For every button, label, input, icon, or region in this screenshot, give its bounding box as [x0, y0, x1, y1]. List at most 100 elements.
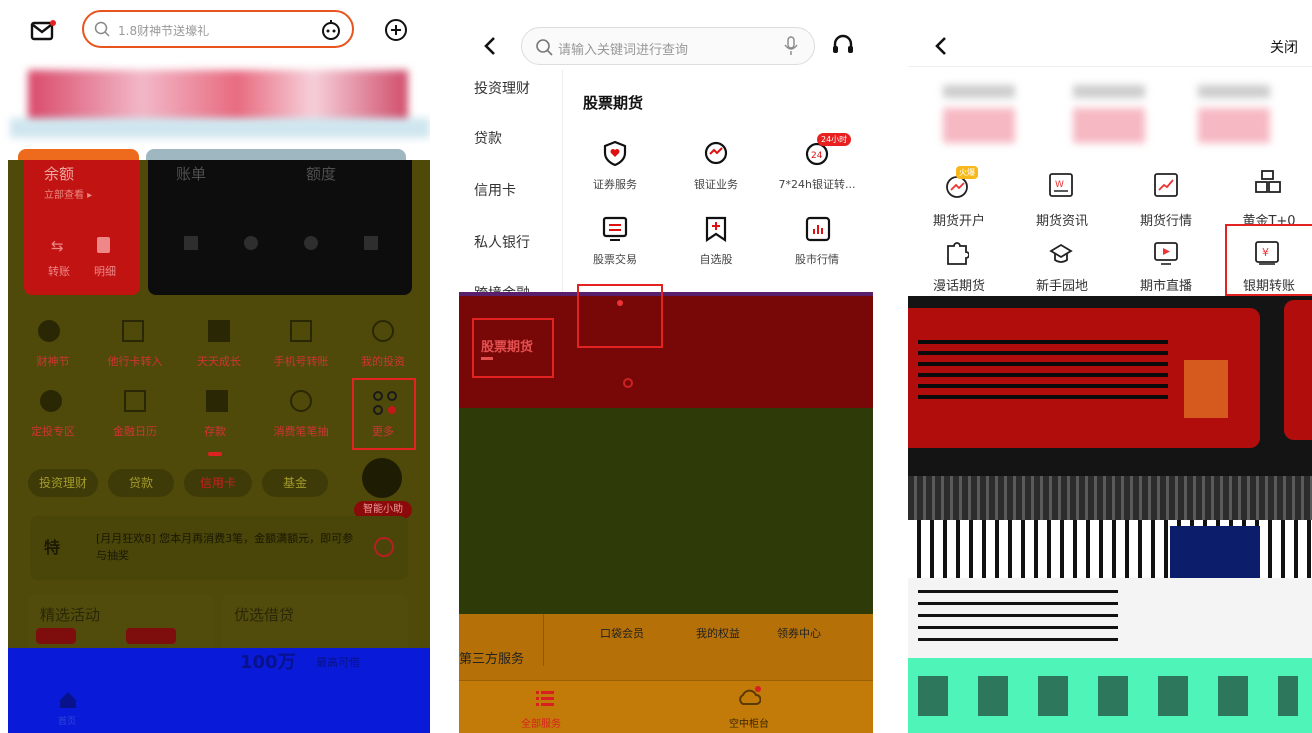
- back-icon[interactable]: [934, 36, 948, 60]
- home-tab-label[interactable]: 首页: [58, 714, 76, 727]
- pill-credit[interactable]: 信用卡: [184, 469, 252, 497]
- selected-nav-indicator: [481, 357, 493, 360]
- fut-quotes[interactable]: 期货行情: [1121, 210, 1211, 229]
- svc-247-transfer[interactable]: 7*24h银证转...: [767, 176, 867, 192]
- bottom-services-divider: [543, 614, 544, 666]
- securities-highlight: [577, 284, 663, 348]
- all-services-tab-icon[interactable]: [536, 690, 554, 712]
- svc-stock-trade[interactable]: 股票交易: [565, 251, 665, 267]
- highlight-dot-icon: [617, 300, 623, 306]
- cloud-counter-tab-label[interactable]: 空中柜台: [729, 715, 769, 730]
- grid-growth[interactable]: 天天成长: [184, 353, 254, 369]
- grid-calendar[interactable]: 金融日历: [100, 423, 170, 439]
- grid-fortune[interactable]: 财神节: [18, 353, 88, 369]
- bank-futures-transfer-highlight: [1225, 224, 1312, 296]
- pill-loan[interactable]: 贷款: [108, 469, 174, 497]
- futures-card-2[interactable]: [1073, 85, 1145, 143]
- grid-lottery[interactable]: 消费笔笔抽: [266, 423, 336, 439]
- pill-invest[interactable]: 投资理财: [28, 469, 98, 497]
- grid-fixed-invest[interactable]: 定投专区: [18, 423, 88, 439]
- third-party-nav[interactable]: 第三方服务: [459, 648, 524, 667]
- calendar-icon: [124, 390, 146, 412]
- deposit-icon: [206, 390, 228, 412]
- activity-button-2[interactable]: [126, 628, 176, 644]
- svc-bank-securities[interactable]: 银证业务: [666, 176, 766, 192]
- graduation-icon: [1048, 240, 1074, 270]
- pill-fund[interactable]: 基金: [262, 469, 328, 497]
- add-circle-icon[interactable]: [384, 18, 408, 46]
- gray-strip: [908, 476, 1312, 520]
- promo-figure: [1184, 360, 1228, 418]
- svc-pocket-member[interactable]: 口袋会员: [572, 625, 672, 641]
- robot-face-icon[interactable]: [320, 19, 342, 45]
- grid-phone-transfer[interactable]: 手机号转账: [266, 353, 336, 369]
- detail-icon: [97, 237, 110, 253]
- nav-credit-card[interactable]: 信用卡: [474, 180, 516, 200]
- search-placeholder: 请输入关键词进行查询: [558, 43, 689, 58]
- svc-coupon-center[interactable]: 领券中心: [749, 625, 849, 641]
- search-icon: [535, 38, 553, 60]
- mail-icon[interactable]: [30, 20, 56, 46]
- headset-icon[interactable]: [831, 34, 855, 60]
- bookmark-plus-icon: [703, 216, 729, 246]
- transfer-label[interactable]: 转账: [48, 263, 70, 279]
- notice-arrow-icon[interactable]: [374, 537, 394, 557]
- selected-nav-label[interactable]: 股票期货: [481, 336, 533, 355]
- assistant-avatar[interactable]: [362, 458, 402, 498]
- home-screen: 1.8财神节送壕礼 余额 立部查看 ▸ 账单 额度 ⇆ 转账 明细 财神节 他行…: [0, 0, 430, 733]
- banner-strip: [10, 118, 430, 138]
- blue-block: [1170, 526, 1260, 578]
- futures-card-3[interactable]: [1198, 85, 1270, 143]
- grid-card-in[interactable]: 他行卡转入: [100, 353, 170, 369]
- fut-beginner[interactable]: 新手园地: [1017, 275, 1107, 294]
- bar-chart-icon: [805, 216, 831, 246]
- svg-text:24: 24: [811, 151, 823, 161]
- svc-securities[interactable]: 证券服务: [565, 176, 665, 192]
- balance-card[interactable]: [24, 160, 140, 295]
- fut-comic[interactable]: 漫话期货: [914, 275, 1004, 294]
- bill-icon-4: [364, 236, 378, 250]
- balance-view-link[interactable]: 立部查看 ▸: [44, 186, 92, 201]
- fixed-invest-icon: [40, 390, 62, 412]
- all-services-tab-label[interactable]: 全部服务: [521, 715, 561, 730]
- promo-card-red-right[interactable]: [1284, 300, 1312, 440]
- fut-live[interactable]: 期市直播: [1121, 275, 1211, 294]
- service-search-bar[interactable]: 请输入关键词进行查询: [521, 27, 815, 65]
- grid-deposit[interactable]: 存款: [180, 423, 250, 439]
- live-play-icon: [1153, 240, 1179, 270]
- microphone-icon[interactable]: [784, 36, 798, 60]
- nav-invest[interactable]: 投资理财: [474, 78, 530, 98]
- loan-title: 优选借贷: [234, 606, 295, 624]
- fut-account-open[interactable]: 期货开户: [914, 210, 1004, 229]
- grid-my-investment[interactable]: 我的投资: [348, 353, 418, 369]
- cloud-counter-tab-icon[interactable]: [737, 686, 762, 712]
- search-bar[interactable]: 1.8财神节送壕礼: [82, 10, 354, 48]
- nav-private-bank[interactable]: 私人银行: [474, 232, 530, 252]
- trend-chart-icon: [1153, 172, 1179, 202]
- active-underline: [208, 452, 222, 456]
- svc-watchlist[interactable]: 自选股: [666, 251, 766, 267]
- fortune-icon: [38, 320, 60, 342]
- white-panel-lines: [918, 590, 1118, 646]
- notice-logo: 特: [44, 538, 61, 557]
- loan-caption: 最高可借: [316, 656, 360, 669]
- fut-news[interactable]: 期货资讯: [1017, 210, 1107, 229]
- shield-heart-icon: [602, 140, 628, 170]
- news-icon: W: [1048, 172, 1074, 202]
- growth-icon: [208, 320, 230, 342]
- dim-overlay-green: [459, 408, 873, 614]
- close-button[interactable]: 关闭: [1270, 37, 1298, 57]
- terminal-icon: [602, 216, 628, 246]
- bill-icon-2: [244, 236, 258, 250]
- futures-card-1[interactable]: [943, 85, 1015, 143]
- nav-loan[interactable]: 贷款: [474, 128, 502, 148]
- bill-icon-1: [184, 236, 198, 250]
- activity-button-1[interactable]: [36, 628, 76, 644]
- svc-market[interactable]: 股市行情: [767, 251, 867, 267]
- back-icon[interactable]: [483, 36, 497, 60]
- futures-screen: 关闭 火爆 W 期货开户 期货资讯 期货行情 黄金T+0 ¥ 漫话期货 新手园地…: [908, 0, 1312, 733]
- phone-transfer-icon: [290, 320, 312, 342]
- gold-bars-icon: [1254, 168, 1282, 200]
- detail-label[interactable]: 明细: [94, 263, 116, 279]
- home-tab-icon[interactable]: [58, 690, 78, 714]
